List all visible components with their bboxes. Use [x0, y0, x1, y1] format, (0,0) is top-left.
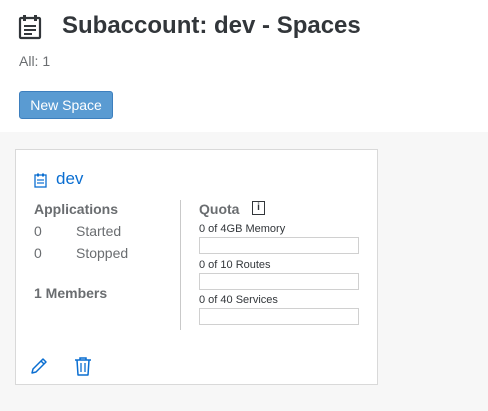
page-header: Subaccount: dev - Spaces All: 1 New Spac…	[0, 0, 488, 132]
quota-memory-label: 0 of 4GB Memory	[199, 223, 286, 235]
started-label: Started	[76, 223, 122, 239]
space-count: All: 1	[19, 53, 51, 69]
members-count: 1 Members	[34, 285, 108, 301]
space-name-link[interactable]: dev	[56, 169, 83, 189]
space-document-icon	[34, 173, 47, 188]
quota-heading: Quota	[199, 201, 240, 217]
spaces-list-icon	[18, 14, 42, 40]
section-divider	[180, 200, 181, 330]
quota-services-bar	[199, 308, 359, 325]
quota-routes-label: 0 of 10 Routes	[199, 259, 271, 271]
new-space-button[interactable]: New Space	[19, 91, 113, 119]
trash-icon[interactable]	[72, 355, 94, 377]
stopped-label: Stopped	[76, 245, 129, 261]
quota-info-icon[interactable]: i	[252, 201, 265, 215]
quota-services-label: 0 of 40 Services	[199, 294, 278, 306]
quota-memory-bar	[199, 237, 359, 254]
quota-routes-bar	[199, 273, 359, 290]
page-title: Subaccount: dev - Spaces	[62, 12, 361, 39]
stopped-count: 0	[34, 245, 42, 261]
edit-pencil-icon[interactable]	[28, 355, 50, 377]
space-card: dev Applications 0 Started 0 Stopped 1 M…	[15, 149, 378, 385]
started-count: 0	[34, 223, 42, 239]
applications-heading: Applications	[34, 201, 119, 217]
